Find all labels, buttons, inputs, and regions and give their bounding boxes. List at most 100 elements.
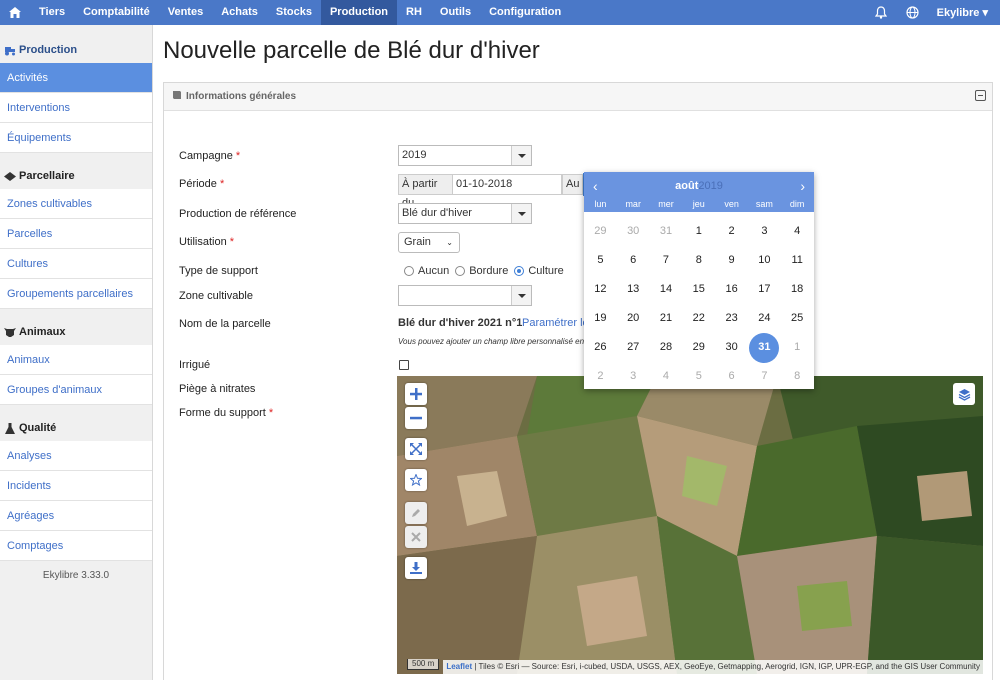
nav-tiers[interactable]: Tiers [30,0,74,25]
nav-rh[interactable]: RH [397,0,431,25]
zone-select[interactable] [398,285,532,306]
datepicker-day[interactable]: 10 [748,254,781,266]
chevron-right-icon[interactable]: › [800,178,805,194]
campagne-label: Campagne * [179,150,241,162]
datepicker-day[interactable]: 8 [781,370,814,382]
datepicker-day[interactable]: 3 [748,225,781,237]
sidebar-item-animaux[interactable]: Animaux [0,345,152,375]
periode-label: Période * [179,178,225,190]
collapse-icon[interactable] [975,90,986,101]
datepicker-day[interactable]: 1 [781,341,814,353]
datepicker-day[interactable]: 25 [781,312,814,324]
home-icon[interactable] [0,0,30,25]
datepicker-day[interactable]: 24 [748,312,781,324]
edit-icon[interactable] [405,502,427,524]
datepicker-day[interactable]: 1 [682,225,715,237]
datepicker-day[interactable]: 6 [715,370,748,382]
sidebar-item-analyses[interactable]: Analyses [0,441,152,471]
leaflet-link[interactable]: Leaflet [446,662,472,671]
sidebar: Production Activités Interventions Équip… [0,25,153,680]
irrigue-label: Irrigué [179,359,211,371]
globe-icon[interactable] [897,6,929,19]
datepicker-day[interactable]: 16 [715,283,748,295]
support-radio-aucun[interactable]: Aucun [404,265,449,277]
datepicker-month[interactable]: août [675,180,698,192]
datepicker-day[interactable]: 29 [584,225,617,237]
support-label: Type de support [179,265,258,277]
download-icon[interactable] [405,557,427,579]
datepicker-day[interactable]: 11 [781,254,814,266]
sidebar-item-comptages[interactable]: Comptages [0,531,152,561]
datepicker-day[interactable]: 27 [617,341,650,353]
attribution-text: | Tiles © Esri — Source: Esri, i-cubed, … [472,662,980,671]
star-icon[interactable] [405,469,427,491]
datepicker-weekdays: lun mar mer jeu ven sam dim [584,199,814,209]
datepicker-day[interactable]: 4 [650,370,683,382]
datepicker-day[interactable]: 7 [650,254,683,266]
datepicker-day[interactable]: 5 [682,370,715,382]
datepicker-day[interactable]: 7 [748,370,781,382]
nav-production[interactable]: Production [320,0,398,25]
nav-ventes[interactable]: Ventes [159,0,212,25]
datepicker-day[interactable]: 29 [682,341,715,353]
datepicker-day[interactable]: 28 [650,341,683,353]
bell-icon[interactable] [865,6,897,19]
datepicker-day[interactable]: 12 [584,283,617,295]
datepicker-day[interactable]: 4 [781,225,814,237]
sidebar-item-groupes-animaux[interactable]: Groupes d'animaux [0,375,152,405]
datepicker-month-year: août2019 [584,180,814,192]
campagne-select[interactable]: 2019 [398,145,532,166]
weekday-label: mar [625,199,641,209]
datepicker-day[interactable]: 15 [682,283,715,295]
sidebar-item-equipements[interactable]: Équipements [0,123,152,153]
sidebar-item-activites[interactable]: Activités [0,63,152,93]
nav-comptabilite[interactable]: Comptabilité [74,0,159,25]
datepicker-day[interactable]: 17 [748,283,781,295]
datepicker-day[interactable]: 3 [617,370,650,382]
datepicker-day[interactable]: 21 [650,312,683,324]
sidebar-item-interventions[interactable]: Interventions [0,93,152,123]
sidebar-item-incidents[interactable]: Incidents [0,471,152,501]
datepicker-day[interactable]: 31 [650,225,683,237]
nav-configuration[interactable]: Configuration [480,0,570,25]
datepicker-year[interactable]: 2019 [698,180,722,192]
delete-icon[interactable] [405,526,427,548]
nav-achats[interactable]: Achats [212,0,267,25]
datepicker-day[interactable]: 30 [715,341,748,353]
support-radio-culture[interactable]: Culture [514,265,564,277]
datepicker-day-selected[interactable]: 31 [748,332,781,363]
sidebar-item-cultures[interactable]: Cultures [0,249,152,279]
datepicker-day[interactable]: 8 [682,254,715,266]
nav-stocks[interactable]: Stocks [267,0,321,25]
datepicker-day[interactable]: 9 [715,254,748,266]
user-menu[interactable]: Ekylibre ▾ [929,6,1000,19]
datepicker-day[interactable]: 26 [584,341,617,353]
sidebar-item-parcelles[interactable]: Parcelles [0,219,152,249]
datepicker-day[interactable]: 22 [682,312,715,324]
layers-icon[interactable] [953,383,975,405]
datepicker-day[interactable]: 6 [617,254,650,266]
sidebar-item-zones-cultivables[interactable]: Zones cultivables [0,189,152,219]
datepicker-day[interactable]: 2 [584,370,617,382]
periode-from-input[interactable]: 01-10-2018 [452,174,562,195]
zoom-out-button[interactable] [405,407,427,429]
datepicker-day[interactable]: 18 [781,283,814,295]
sidebar-item-agreages[interactable]: Agréages [0,501,152,531]
datepicker-day[interactable]: 2 [715,225,748,237]
datepicker-day[interactable]: 5 [584,254,617,266]
datepicker-day[interactable]: 14 [650,283,683,295]
irrigue-checkbox[interactable] [399,360,409,370]
map-editor[interactable]: 500 m Leaflet | Tiles © Esri — Source: E… [397,376,983,674]
datepicker-day[interactable]: 19 [584,312,617,324]
datepicker-day[interactable]: 13 [617,283,650,295]
production-select[interactable]: Blé dur d'hiver [398,203,532,224]
utilisation-select[interactable]: Grain ⌄ [398,232,460,253]
nav-outils[interactable]: Outils [431,0,480,25]
datepicker-day[interactable]: 30 [617,225,650,237]
sidebar-item-groupements-parcellaires[interactable]: Groupements parcellaires [0,279,152,309]
fullscreen-button[interactable] [405,438,427,460]
support-radio-bordure[interactable]: Bordure [455,265,508,277]
datepicker-day[interactable]: 23 [715,312,748,324]
datepicker-day[interactable]: 20 [617,312,650,324]
zoom-in-button[interactable] [405,383,427,405]
